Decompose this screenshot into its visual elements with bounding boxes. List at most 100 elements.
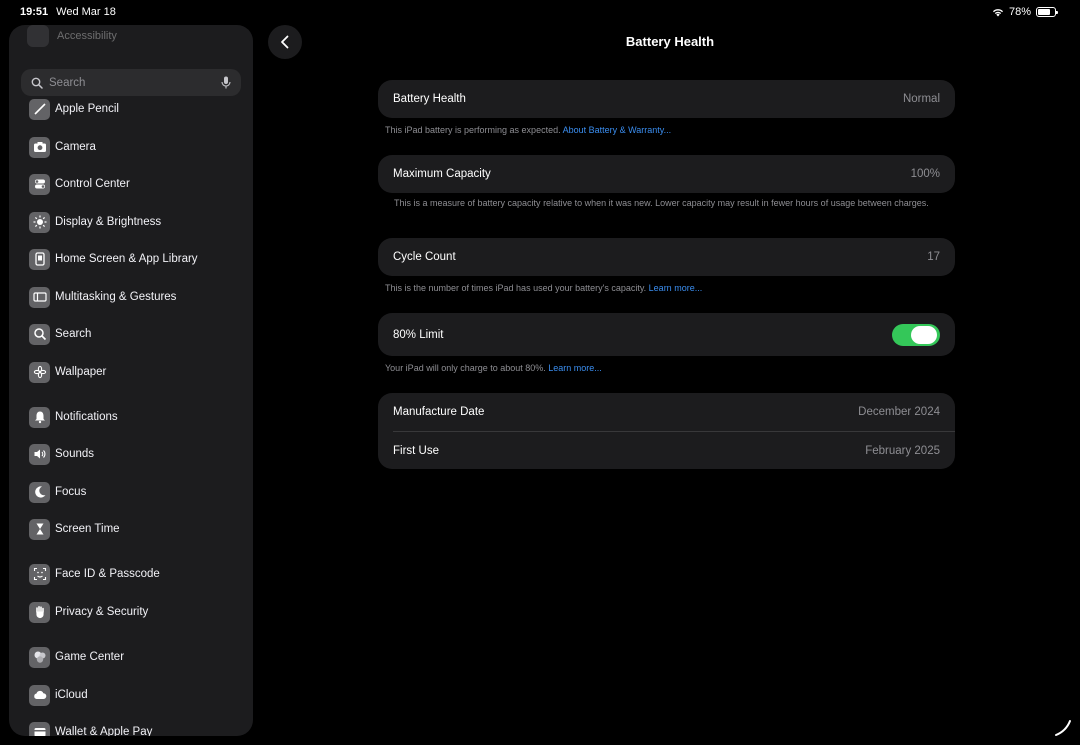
sidebar-item-label: Display & Brightness bbox=[55, 216, 162, 228]
sidebar-item-control-center[interactable]: Control Center bbox=[29, 172, 130, 196]
status-bar-right: 78% bbox=[992, 6, 1058, 18]
sidebar-item-label: Apple Pencil bbox=[55, 103, 119, 115]
hand-icon bbox=[29, 601, 50, 623]
camera-icon bbox=[29, 136, 50, 158]
phone-icon bbox=[29, 248, 50, 270]
cycle-count-label: Cycle Count bbox=[393, 251, 456, 263]
sidebar-item-search[interactable]: Search bbox=[29, 322, 91, 346]
battery-health-label: Battery Health bbox=[393, 93, 466, 105]
sidebar-item-label: Wallpaper bbox=[55, 366, 107, 378]
chevron-left-icon bbox=[281, 35, 289, 49]
charge-limit-label: 80% Limit bbox=[393, 328, 444, 341]
sidebar-item-home-screen[interactable]: Home Screen & App Library bbox=[29, 247, 198, 271]
search-placeholder: Search bbox=[49, 76, 86, 89]
sidebar-item-face-id[interactable]: Face ID & Passcode bbox=[29, 562, 160, 586]
sidebar-item-screen-time[interactable]: Screen Time bbox=[29, 517, 120, 541]
cycle-count-row: Cycle Count 17 bbox=[378, 238, 955, 276]
sidebar-item-label: Game Center bbox=[55, 651, 125, 663]
cycle-learn-more-link[interactable]: Learn more... bbox=[649, 283, 703, 293]
battery-health-row: Battery Health Normal bbox=[378, 80, 955, 118]
sidebar-item-accessibility[interactable]: Accessibility bbox=[27, 25, 117, 47]
sidebar-item-wallet[interactable]: Wallet & Apple Pay bbox=[29, 720, 152, 736]
cycle-count-value: 17 bbox=[927, 251, 940, 263]
sidebar-item-game-center[interactable]: Game Center bbox=[29, 645, 124, 669]
footer-text: Your iPad will only charge to about 80%. bbox=[385, 363, 549, 373]
sun-icon bbox=[29, 211, 50, 233]
sidebar-item-label: Notifications bbox=[55, 411, 118, 423]
faceid-icon bbox=[29, 563, 50, 585]
status-time: 19:51 bbox=[20, 6, 49, 18]
footer-text: This iPad battery is performing as expec… bbox=[385, 125, 563, 135]
about-battery-link[interactable]: About Battery & Warranty... bbox=[563, 125, 672, 135]
accessibility-icon bbox=[27, 25, 49, 47]
footer-text: This is the number of times iPad has use… bbox=[385, 283, 649, 293]
sidebar-item-label: Face ID & Passcode bbox=[55, 568, 160, 580]
maximum-capacity-label: Maximum Capacity bbox=[393, 168, 491, 180]
wallet-icon bbox=[29, 721, 50, 736]
charge-limit-row: 80% Limit bbox=[378, 313, 955, 356]
maximum-capacity-footer: This is a measure of battery capacity re… bbox=[394, 198, 929, 208]
battery-health-value: Normal bbox=[902, 93, 940, 105]
maximum-capacity-value: 100% bbox=[910, 168, 940, 180]
first-use-value: February 2025 bbox=[865, 444, 940, 457]
sidebar-item-label: Screen Time bbox=[55, 523, 120, 535]
battery-fill bbox=[1038, 9, 1051, 15]
home-indicator-icon bbox=[1055, 720, 1071, 736]
status-bar-left: 19:51 Wed Mar 18 bbox=[20, 6, 116, 18]
status-date: Wed Mar 18 bbox=[56, 6, 116, 18]
charge-limit-toggle[interactable] bbox=[892, 323, 940, 346]
dates-card: Manufacture Date December 2024 First Use… bbox=[378, 393, 955, 469]
search-icon bbox=[29, 323, 50, 345]
sidebar-item-multitasking[interactable]: Multitasking & Gestures bbox=[29, 285, 176, 309]
sidebar-item-wallpaper[interactable]: Wallpaper bbox=[29, 360, 106, 384]
bell-icon bbox=[29, 406, 50, 428]
sidebar-item-display-brightness[interactable]: Display & Brightness bbox=[29, 210, 161, 234]
sidebar-item-privacy[interactable]: Privacy & Security bbox=[29, 600, 148, 624]
first-use-row: First Use February 2025 bbox=[378, 432, 955, 469]
gamecenter-icon bbox=[29, 646, 50, 668]
sidebar-item-label: Wallet & Apple Pay bbox=[55, 726, 153, 736]
sidebar-item-label: Search bbox=[55, 328, 92, 340]
switches-icon bbox=[29, 173, 50, 195]
wifi-icon bbox=[992, 9, 1003, 17]
sidebar-item-apple-pencil[interactable]: Apple Pencil bbox=[29, 97, 119, 121]
sidebar-item-label: iCloud bbox=[55, 689, 88, 701]
maximum-capacity-row: Maximum Capacity 100% bbox=[378, 155, 955, 193]
hourglass-icon bbox=[29, 518, 50, 540]
manufacture-date-value: December 2024 bbox=[858, 406, 940, 418]
toggle-knob bbox=[911, 325, 937, 344]
manufacture-date-label: Manufacture Date bbox=[393, 406, 485, 418]
cloud-icon bbox=[29, 684, 50, 706]
sidebar-item-camera[interactable]: Camera bbox=[29, 135, 96, 159]
microphone-icon[interactable] bbox=[221, 76, 231, 89]
sidebar-item-notifications[interactable]: Notifications bbox=[29, 405, 118, 429]
pencil-icon bbox=[29, 98, 50, 120]
sidebar-item-icloud[interactable]: iCloud bbox=[29, 683, 88, 707]
page-title: Battery Health bbox=[625, 34, 715, 49]
sidebar-item-label: Camera bbox=[55, 141, 96, 153]
battery-icon bbox=[1036, 7, 1058, 17]
battery-percent: 78% bbox=[1008, 6, 1031, 18]
moon-icon bbox=[29, 481, 50, 503]
manufacture-date-row: Manufacture Date December 2024 bbox=[378, 393, 955, 431]
sidebar-item-label: Privacy & Security bbox=[55, 606, 149, 618]
search-icon bbox=[31, 77, 43, 89]
back-button[interactable] bbox=[268, 25, 302, 59]
sidebar-item-label: Multitasking & Gestures bbox=[55, 291, 177, 303]
charge-limit-footer: Your iPad will only charge to about 80%.… bbox=[385, 363, 945, 374]
multitask-icon bbox=[29, 286, 50, 308]
sidebar-item-sounds[interactable]: Sounds bbox=[29, 442, 94, 466]
sidebar-item-label: Control Center bbox=[55, 178, 130, 190]
search-field[interactable]: Search bbox=[21, 69, 241, 96]
sidebar-item-label: Focus bbox=[55, 486, 87, 498]
limit-learn-more-link[interactable]: Learn more... bbox=[548, 363, 602, 373]
sidebar-item-label: Accessibility bbox=[57, 30, 117, 42]
settings-sidebar: Accessibility Search Apple Pencil Camera… bbox=[9, 25, 253, 736]
sidebar-item-focus[interactable]: Focus bbox=[29, 480, 86, 504]
cycle-count-footer: This is the number of times iPad has use… bbox=[385, 283, 945, 294]
battery-health-footer: This iPad battery is performing as expec… bbox=[385, 125, 945, 136]
speaker-icon bbox=[29, 443, 50, 465]
flower-icon bbox=[29, 361, 50, 383]
sidebar-item-label: Home Screen & App Library bbox=[55, 253, 198, 265]
first-use-label: First Use bbox=[393, 444, 439, 457]
